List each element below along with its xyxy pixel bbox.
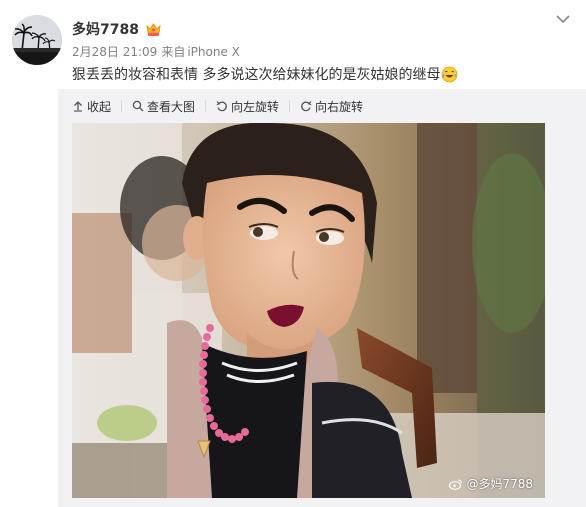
username-link[interactable]: 多妈7788 xyxy=(72,19,139,39)
weibo-logo-icon xyxy=(449,478,463,490)
post-meta: 2月28日 21:09 来自 iPhone X xyxy=(72,43,244,60)
post-text: 狠丢丢的妆容和表情 多多说这次给妹妹化的是灰姑娘的继母 xyxy=(72,64,458,84)
watermark-text: @多妈7788 xyxy=(466,477,533,491)
chevron-down-icon[interactable] xyxy=(556,14,570,24)
avatar-palm-silhouette-icon xyxy=(12,15,62,65)
view-large-button[interactable]: 查看大图 xyxy=(132,98,195,115)
collapse-label: 收起 xyxy=(87,99,112,114)
user-row: 多妈7788 xyxy=(72,19,162,39)
girl-portrait-image xyxy=(72,123,545,498)
rotate-right-icon xyxy=(301,101,312,112)
rotate-left-button[interactable]: 向左旋转 xyxy=(216,98,279,115)
post-body: 狠丢丢的妆容和表情 多多说这次给妹妹化的是灰姑娘的继母 xyxy=(72,67,441,83)
post-photo[interactable]: @多妈7788 xyxy=(72,123,545,498)
post-source: iPhone X xyxy=(187,45,240,59)
toolbar-divider xyxy=(289,100,291,112)
rotate-left-icon xyxy=(216,101,227,112)
view-large-label: 查看大图 xyxy=(147,99,196,114)
collapse-button[interactable]: 收起 xyxy=(72,98,111,115)
rotate-right-button[interactable]: 向右旋转 xyxy=(300,98,363,115)
toolbar-divider xyxy=(121,100,123,112)
toolbar-divider xyxy=(205,100,207,112)
weibo-post: 多妈7788 2月28日 21:09 来自 iPhone X 狠丢丢的妆容和表情 多… xyxy=(0,0,586,507)
rotate-left-label: 向左旋转 xyxy=(231,99,280,114)
avatar[interactable] xyxy=(12,15,62,65)
collapse-arrow-icon xyxy=(74,101,82,112)
media-toolbar: 收起 查看大图 向左旋转 向右旋转 xyxy=(72,97,373,115)
vip-badge-icon[interactable] xyxy=(145,22,162,37)
watermark: @多妈7788 xyxy=(449,475,533,492)
source-prefix: 来自 xyxy=(161,45,186,59)
magnifier-icon xyxy=(132,100,144,112)
rotate-right-label: 向右旋转 xyxy=(315,99,364,114)
laughing-tears-emoji-icon xyxy=(441,66,458,83)
post-date-link[interactable]: 2月28日 21:09 xyxy=(72,45,157,59)
